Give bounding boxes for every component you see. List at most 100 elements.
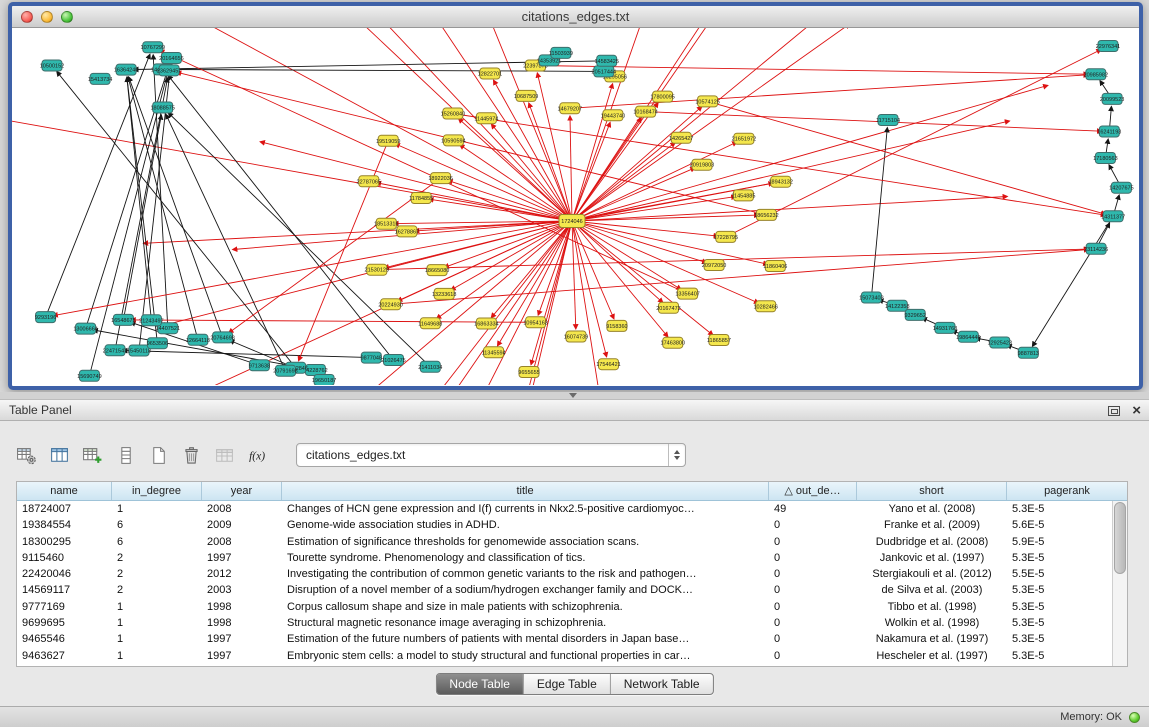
svg-text:18513316: 18513316 bbox=[374, 222, 398, 228]
table-row[interactable]: 1938455462009Genome-wide association stu… bbox=[17, 517, 1112, 533]
column-header-name[interactable]: name bbox=[17, 482, 112, 500]
cell-title: Embryonic stem cells: a model to study s… bbox=[282, 648, 769, 664]
node-table: namein_degreeyeartitle△ out_de…shortpage… bbox=[16, 481, 1128, 667]
cell-name: 9699695 bbox=[17, 615, 112, 631]
table-selector[interactable]: citations_edges.txt bbox=[296, 443, 686, 467]
cell-short: Franke et al. (2009) bbox=[857, 517, 1007, 533]
row-view-icon[interactable] bbox=[113, 443, 137, 467]
cell-short: Dudbridge et al. (2008) bbox=[857, 534, 1007, 550]
traffic-lights bbox=[21, 11, 73, 23]
svg-text:18656232: 18656232 bbox=[754, 213, 778, 219]
svg-text:22787065: 22787065 bbox=[357, 179, 381, 185]
delete-icon[interactable] bbox=[179, 443, 203, 467]
svg-text:14583425: 14583425 bbox=[594, 59, 618, 65]
network-canvas[interactable]: 1865623217228795118604062097205010282466… bbox=[12, 28, 1139, 385]
show-columns-icon[interactable] bbox=[47, 443, 71, 467]
cell-short: Wolkin et al. (1998) bbox=[857, 615, 1007, 631]
tab-network-table[interactable]: Network Table bbox=[610, 674, 713, 694]
tab-edge-table[interactable]: Edge Table bbox=[523, 674, 610, 694]
cell-year: 2008 bbox=[202, 534, 282, 550]
svg-text:14931768: 14931768 bbox=[933, 326, 957, 332]
svg-text:10282466: 10282466 bbox=[753, 304, 777, 310]
svg-text:11649688: 11649688 bbox=[418, 321, 442, 327]
svg-text:17228795: 17228795 bbox=[714, 235, 738, 241]
cell-name: 9777169 bbox=[17, 599, 112, 615]
svg-text:20164656: 20164656 bbox=[159, 56, 183, 62]
column-header-short[interactable]: short bbox=[857, 482, 1007, 500]
svg-text:11865857: 11865857 bbox=[707, 338, 731, 344]
import-table-icon[interactable] bbox=[212, 443, 236, 467]
table-row[interactable]: 946362711997Embryonic stem cells: a mode… bbox=[17, 648, 1112, 664]
minimize-window-button[interactable] bbox=[41, 11, 53, 23]
svg-text:22976341: 22976341 bbox=[1096, 44, 1120, 50]
column-header-in-degree[interactable]: in_degree bbox=[112, 482, 202, 500]
table-selector-value: citations_edges.txt bbox=[297, 448, 668, 462]
svg-text:21243497: 21243497 bbox=[139, 318, 163, 324]
svg-text:15450118: 15450118 bbox=[127, 349, 151, 355]
table-row[interactable]: 969969511998Structural magnetic resonanc… bbox=[17, 615, 1112, 631]
column-header-title[interactable]: title bbox=[282, 482, 769, 500]
column-header-year[interactable]: year bbox=[202, 482, 282, 500]
table-row[interactable]: 1830029562008Estimation of significance … bbox=[17, 534, 1112, 550]
table-row[interactable]: 1456911722003Disruption of a novel membe… bbox=[17, 582, 1112, 598]
cell-out-de: 0 bbox=[769, 582, 857, 598]
table-row[interactable]: 911546021997Tourette syndrome. Phenomeno… bbox=[17, 550, 1112, 566]
window-titlebar[interactable]: citations_edges.txt bbox=[12, 6, 1139, 28]
svg-text:11445974: 11445974 bbox=[474, 116, 498, 122]
scrollbar-thumb[interactable] bbox=[1114, 502, 1126, 574]
cell-in-degree: 2 bbox=[112, 566, 202, 582]
svg-text:20972050: 20972050 bbox=[702, 263, 726, 269]
new-document-icon[interactable] bbox=[146, 443, 170, 467]
vertical-scrollbar[interactable] bbox=[1112, 501, 1127, 666]
combo-down-arrow-icon bbox=[674, 456, 680, 460]
cell-name: 22420046 bbox=[17, 566, 112, 582]
cell-year: 2009 bbox=[202, 517, 282, 533]
svg-text:23629457: 23629457 bbox=[157, 68, 181, 74]
zoom-window-button[interactable] bbox=[61, 11, 73, 23]
svg-text:19864446: 19864446 bbox=[956, 335, 980, 341]
svg-text:10168474: 10168474 bbox=[633, 110, 657, 116]
combo-stepper-icon[interactable] bbox=[668, 444, 685, 466]
column-header-pagerank[interactable]: pagerank bbox=[1007, 482, 1127, 500]
cell-year: 1998 bbox=[202, 615, 282, 631]
svg-text:20517444: 20517444 bbox=[592, 69, 616, 75]
float-panel-icon[interactable] bbox=[1108, 406, 1120, 416]
panel-splitter[interactable] bbox=[0, 392, 1149, 399]
cell-in-degree: 2 bbox=[112, 582, 202, 598]
cell-short: Hescheler et al. (1997) bbox=[857, 648, 1007, 664]
column-header-out-de[interactable]: △ out_de… bbox=[769, 482, 857, 500]
cell-name: 9115460 bbox=[17, 550, 112, 566]
tab-node-table[interactable]: Node Table bbox=[436, 674, 523, 694]
table-row[interactable]: 2242004622012Investigating the contribut… bbox=[17, 566, 1112, 582]
cell-name: 9465546 bbox=[17, 631, 112, 647]
cell-name: 18300295 bbox=[17, 534, 112, 550]
table-row[interactable]: 946554611997Estimation of the future num… bbox=[17, 631, 1112, 647]
cell-in-degree: 1 bbox=[112, 631, 202, 647]
cell-short: Stergiakouli et al. (2012) bbox=[857, 566, 1007, 582]
close-panel-icon[interactable]: × bbox=[1132, 404, 1141, 418]
splitter-grip-icon[interactable] bbox=[569, 393, 577, 398]
cell-short: Tibbo et al. (1998) bbox=[857, 599, 1007, 615]
cell-title: Corpus callosum shape and size in male p… bbox=[282, 599, 769, 615]
cell-year: 2003 bbox=[202, 582, 282, 598]
svg-text:14207675: 14207675 bbox=[1109, 186, 1133, 192]
table-row[interactable]: 1872400712008Changes of HCN gene express… bbox=[17, 501, 1112, 517]
table-mode-icon[interactable] bbox=[14, 443, 38, 467]
svg-text:15073403: 15073403 bbox=[859, 296, 883, 302]
cell-title: Structural magnetic resonance image aver… bbox=[282, 615, 769, 631]
create-column-icon[interactable] bbox=[80, 443, 104, 467]
svg-text:10500152: 10500152 bbox=[40, 64, 64, 70]
svg-text:9653506: 9653506 bbox=[147, 341, 168, 347]
close-window-button[interactable] bbox=[21, 11, 33, 23]
svg-text:20764698: 20764698 bbox=[210, 335, 234, 341]
function-builder-icon[interactable]: f(x) bbox=[245, 443, 269, 467]
table-row[interactable]: 977716911998Corpus callosum shape and si… bbox=[17, 599, 1112, 615]
cell-in-degree: 1 bbox=[112, 501, 202, 517]
cell-title: Tourette syndrome. Phenomenology and cla… bbox=[282, 550, 769, 566]
svg-text:13233618: 13233618 bbox=[432, 292, 456, 298]
svg-text:12925423: 12925423 bbox=[988, 341, 1012, 347]
network-view[interactable]: 1865623217228795118604062097205010282466… bbox=[12, 28, 1139, 385]
cell-in-degree: 1 bbox=[112, 615, 202, 631]
cell-out-de: 0 bbox=[769, 517, 857, 533]
svg-text:11454885: 11454885 bbox=[731, 193, 755, 199]
